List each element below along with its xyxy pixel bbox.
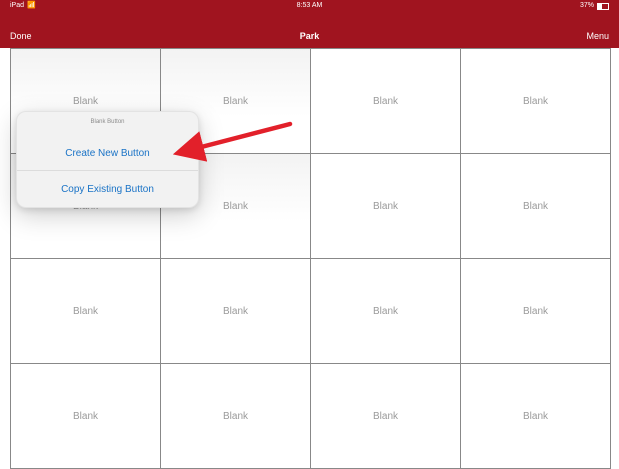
grid-button[interactable]: Blank — [311, 154, 461, 259]
grid-button-label: Blank — [222, 410, 248, 422]
grid-button[interactable]: Blank — [11, 364, 161, 469]
grid-button-label: Blank — [222, 305, 248, 317]
grid-button-label: Blank — [72, 305, 98, 317]
done-button[interactable]: Done — [10, 24, 32, 48]
grid-button[interactable]: Blank — [161, 364, 311, 469]
grid-button-label: Blank — [522, 95, 548, 107]
grid-button[interactable]: Blank — [461, 259, 611, 364]
page-title: Park — [299, 31, 320, 41]
grid-button-label: Blank — [372, 95, 398, 107]
grid-button-label: Blank — [522, 305, 548, 317]
status-bar: iPad 📶 8:53 AM 37% — [0, 0, 619, 12]
battery-percent: 37% — [579, 2, 594, 9]
grid-button-label: Blank — [72, 95, 98, 107]
wifi-icon: 📶 — [27, 2, 36, 9]
grid-button[interactable]: Blank — [311, 49, 461, 154]
grid-button-label: Blank — [72, 410, 98, 422]
popover-title: Blank Button — [90, 119, 125, 125]
battery-icon — [597, 2, 609, 10]
carrier-indicator: iPad 📶 — [10, 0, 36, 12]
copy-existing-button-action[interactable]: Copy Existing Button — [17, 184, 198, 195]
create-new-button-action[interactable]: Create New Button — [17, 148, 198, 159]
grid-button[interactable]: Blank — [461, 49, 611, 154]
menu-button[interactable]: Menu — [586, 24, 609, 48]
grid-button[interactable]: Blank — [161, 259, 311, 364]
grid-button-label: Blank — [372, 200, 398, 212]
status-right: 37% — [580, 0, 609, 12]
grid-button[interactable]: Blank — [461, 364, 611, 469]
carrier-label: iPad — [10, 2, 25, 9]
status-time: 8:53 AM — [296, 2, 323, 9]
grid-button[interactable]: Blank — [311, 364, 461, 469]
grid-button-label: Blank — [222, 200, 248, 212]
grid-button-label: Blank — [372, 410, 398, 422]
button-action-popover: Blank Button Create New Button Copy Exis… — [16, 111, 199, 208]
grid-button-label: Blank — [372, 305, 398, 317]
grid-button[interactable]: Blank — [311, 259, 461, 364]
navigation-bar: Done Park Menu — [0, 24, 619, 48]
popover-separator — [17, 170, 198, 171]
top-bar: iPad 📶 8:53 AM 37% Done Park Menu — [0, 0, 619, 48]
grid-button-label: Blank — [222, 95, 248, 107]
grid-button-label: Blank — [522, 200, 548, 212]
grid-button[interactable]: Blank — [461, 154, 611, 259]
grid-button[interactable]: Blank — [11, 259, 161, 364]
grid-button-label: Blank — [522, 410, 548, 422]
